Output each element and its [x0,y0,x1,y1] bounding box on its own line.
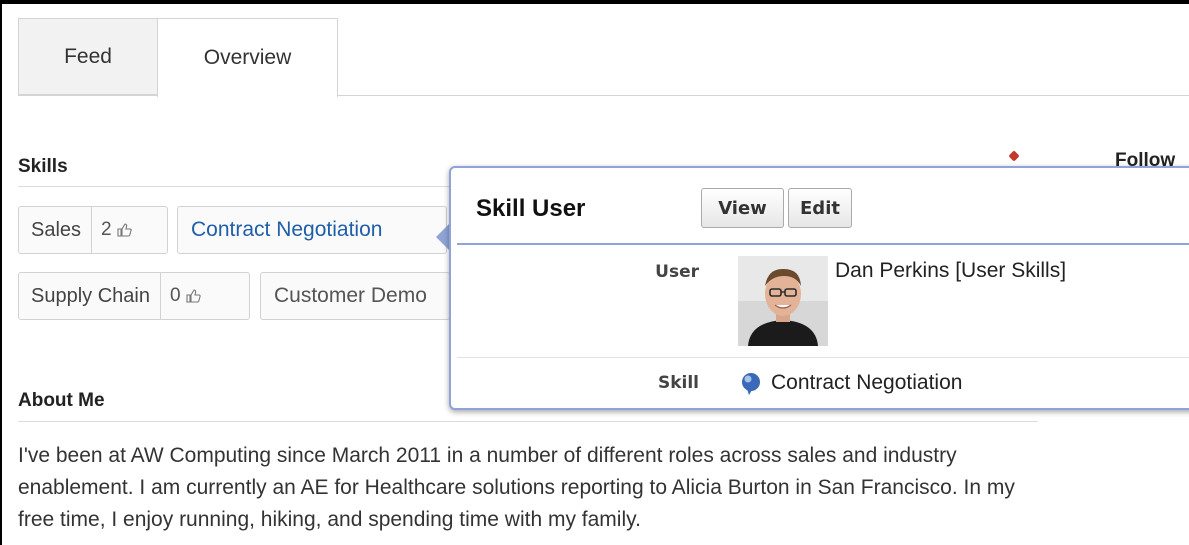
popover-title: Skill User [476,195,586,222]
about-heading: About Me [18,390,105,411]
thumbs-up-icon [117,223,132,237]
popover-header-divider [457,243,1189,245]
user-field-label: User [655,262,699,282]
skills-heading: Skills [18,156,68,177]
skill-chip-name: Supply Chain [19,273,161,319]
skill-chip-name: Customer Demo [274,284,427,307]
skill-chip-supply-chain[interactable]: Supply Chain 0 [18,272,250,320]
skill-field-label: Skill [657,373,699,393]
view-button[interactable]: View [701,188,784,228]
pencil-icon[interactable] [1008,150,1020,162]
skill-user-popover: Skill User View Edit User Dan Perkins [U… [449,166,1189,410]
skill-chip-name: Sales [19,207,93,253]
tab-bar: Feed Overview [18,18,1189,97]
skill-chip-name: Contract Negotiation [191,218,383,241]
user-name-link[interactable]: Dan Perkins [User Skills] [835,259,1066,283]
endorse-count-value: 0 [169,285,181,306]
skill-bubble-icon [742,373,760,395]
about-divider [18,421,1038,422]
thumbs-up-icon [185,289,201,303]
skill-chip-customer-demo[interactable]: Customer Demo [260,272,450,320]
edit-button[interactable]: Edit [788,188,852,228]
avatar-photo [738,256,828,346]
endorse-count-value: 2 [101,219,112,240]
popover-arrow [436,224,449,250]
skill-chip-contract-negotiation[interactable]: Contract Negotiation [177,206,447,254]
popover-row-divider [457,357,1189,358]
about-text: I've been at AW Computing since March 20… [18,444,1015,531]
avatar[interactable] [738,256,828,346]
skill-value-link[interactable]: Contract Negotiation [771,371,962,395]
endorse-count[interactable]: 2 [92,219,142,241]
tab-feed[interactable]: Feed [18,18,157,95]
tab-overview[interactable]: Overview [157,18,338,97]
skill-chip-sales[interactable]: Sales 2 [18,206,168,254]
endorse-count[interactable]: 0 [161,285,211,307]
tab-feed-label: Feed [64,44,112,68]
left-border [0,0,2,545]
top-border [0,0,1189,4]
tab-overview-label: Overview [203,46,292,69]
